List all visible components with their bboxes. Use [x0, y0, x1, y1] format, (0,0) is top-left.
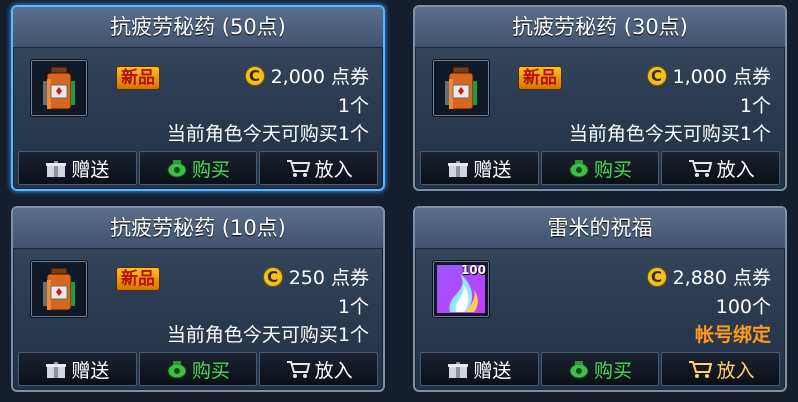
purchase-limit-text: 当前角色今天可购买1个 — [568, 123, 771, 145]
gift-label: 赠送 — [71, 158, 110, 181]
gift-button[interactable]: 赠送 — [18, 352, 137, 386]
buy-label: 购买 — [594, 158, 633, 181]
shop-item-card[interactable]: 雷米的祝福 100 C 2,880 点券 100个 帐号绑定 赠送 购买 放入 — [413, 206, 787, 392]
add-to-cart-button[interactable]: 放入 — [661, 151, 781, 185]
gift-button[interactable]: 赠送 — [420, 352, 539, 386]
buy-button[interactable]: 购买 — [138, 352, 258, 386]
potion-icon — [43, 267, 75, 311]
action-buttons: 赠送 购买 放入 — [18, 151, 379, 185]
item-icon-slot[interactable] — [30, 59, 88, 117]
item-title: 抗疲劳秘药 (10点) — [13, 208, 383, 249]
gift-icon — [45, 158, 67, 178]
item-icon-slot[interactable] — [432, 59, 490, 117]
gift-label: 赠送 — [473, 359, 512, 382]
account-bound-text: 帐号绑定 — [694, 324, 771, 346]
price-row: C 2,880 点券 — [646, 263, 771, 290]
item-quantity: 1个 — [337, 296, 369, 318]
cart-icon — [285, 158, 311, 178]
new-badge: 新品 — [116, 66, 160, 90]
gift-icon — [447, 158, 469, 178]
gift-button[interactable]: 赠送 — [18, 151, 137, 185]
price-text: 250 点券 — [288, 267, 369, 289]
item-icon-slot[interactable] — [30, 260, 88, 318]
price-text: 2,000 点券 — [270, 66, 369, 88]
gift-label: 赠送 — [71, 359, 110, 382]
gift-icon — [45, 359, 67, 379]
cart-label: 放入 — [314, 158, 353, 181]
money-bag-icon — [568, 359, 590, 379]
cart-label: 放入 — [716, 158, 755, 181]
price-text: 2,880 点券 — [672, 267, 771, 289]
coupon-coin-icon: C — [646, 65, 667, 86]
buy-label: 购买 — [192, 359, 231, 382]
potion-icon — [43, 66, 75, 110]
item-title: 抗疲劳秘药 (50点) — [13, 7, 383, 48]
coupon-coin-icon: C — [262, 266, 283, 287]
potion-icon — [445, 66, 477, 110]
action-buttons: 赠送 购买 放入 — [18, 352, 379, 386]
shop-item-card[interactable]: 抗疲劳秘药 (10点) 新品 C 250 点券 1个 当前角色今天可购买1个 赠… — [11, 206, 385, 392]
buy-button[interactable]: 购买 — [540, 352, 660, 386]
money-bag-icon — [166, 359, 188, 379]
purchase-limit-text: 当前角色今天可购买1个 — [166, 123, 369, 145]
add-to-cart-button[interactable]: 放入 — [259, 352, 379, 386]
cart-icon — [285, 359, 311, 379]
item-title: 雷米的祝福 — [415, 208, 785, 249]
purchase-limit-text: 当前角色今天可购买1个 — [166, 324, 369, 346]
money-bag-icon — [568, 158, 590, 178]
buy-button[interactable]: 购买 — [540, 151, 660, 185]
coupon-coin-icon: C — [646, 266, 667, 287]
buy-button[interactable]: 购买 — [138, 151, 258, 185]
item-quantity: 100个 — [715, 296, 771, 318]
item-quantity: 1个 — [739, 95, 771, 117]
item-icon-slot[interactable]: 100 — [432, 260, 490, 318]
buy-label: 购买 — [192, 158, 231, 181]
cart-icon — [687, 158, 713, 178]
price-row: C 1,000 点券 — [646, 62, 771, 89]
price-text: 1,000 点券 — [672, 66, 771, 88]
gift-label: 赠送 — [473, 158, 512, 181]
cart-icon — [687, 359, 713, 379]
cart-label: 放入 — [716, 359, 755, 382]
action-buttons: 赠送 购买 放入 — [420, 352, 781, 386]
new-badge: 新品 — [518, 66, 562, 90]
item-title: 抗疲劳秘药 (30点) — [415, 7, 785, 48]
coupon-coin-icon: C — [244, 65, 265, 86]
add-to-cart-button[interactable]: 放入 — [661, 352, 781, 386]
item-quantity: 1个 — [337, 95, 369, 117]
add-to-cart-button[interactable]: 放入 — [259, 151, 379, 185]
price-row: C 2,000 点券 — [244, 62, 369, 89]
cart-label: 放入 — [314, 359, 353, 382]
gift-button[interactable]: 赠送 — [420, 151, 539, 185]
money-bag-icon — [166, 158, 188, 178]
new-badge: 新品 — [116, 267, 160, 291]
stack-count-badge: 100 — [460, 263, 486, 277]
shop-item-card[interactable]: 抗疲劳秘药 (50点) 新品 C 2,000 点券 1个 当前角色今天可购买1个… — [11, 5, 385, 191]
action-buttons: 赠送 购买 放入 — [420, 151, 781, 185]
gift-icon — [447, 359, 469, 379]
buy-label: 购买 — [594, 359, 633, 382]
price-row: C 250 点券 — [262, 263, 369, 290]
shop-item-card[interactable]: 抗疲劳秘药 (30点) 新品 C 1,000 点券 1个 当前角色今天可购买1个… — [413, 5, 787, 191]
